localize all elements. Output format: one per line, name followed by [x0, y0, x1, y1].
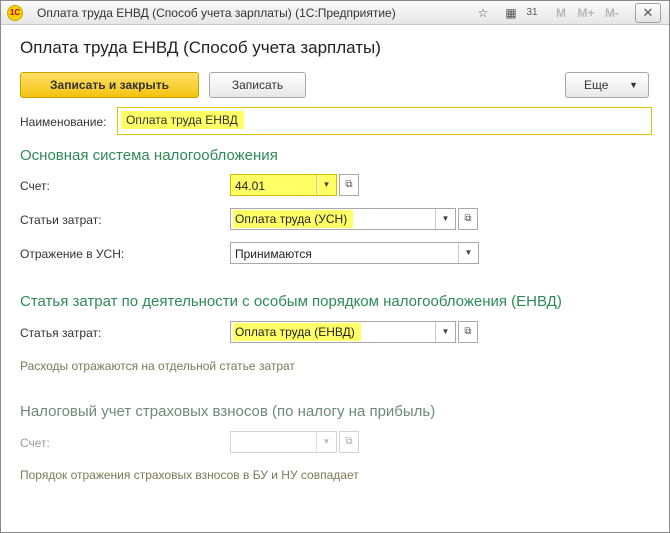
account-field[interactable]: 44.01 ▼ ⧉: [230, 174, 359, 196]
form-window: 1С Оплата труда ЕНВД (Способ учета зарпл…: [0, 0, 670, 533]
envd-cost-item-label: Статья затрат:: [20, 326, 102, 340]
chevron-down-icon: ▼: [629, 80, 638, 90]
favorites-icon[interactable]: ☆: [474, 4, 492, 22]
calendar-icon[interactable]: 31: [523, 4, 541, 22]
insurance-account-field[interactable]: ▼ ⧉: [230, 431, 359, 453]
insurance-account-label: Счет:: [20, 436, 50, 450]
name-value: Оплата труда ЕНВД: [121, 111, 244, 129]
section-envd-heading: Статья затрат по деятельности с особым п…: [20, 293, 562, 310]
account-label: Счет:: [20, 179, 50, 193]
app-logo-icon[interactable]: 1С: [7, 5, 23, 21]
chevron-down-icon[interactable]: ▼: [316, 175, 336, 195]
cost-item-value: Оплата труда (УСН): [233, 210, 354, 228]
more-button[interactable]: Еще ▼: [565, 72, 649, 98]
chevron-down-icon[interactable]: ▼: [435, 322, 455, 342]
title-bar: 1С Оплата труда ЕНВД (Способ учета зарпл…: [1, 1, 669, 25]
save-and-close-button[interactable]: Записать и закрыть: [20, 72, 199, 98]
usn-label: Отражение в УСН:: [20, 247, 125, 261]
memory-minus-icon[interactable]: M-: [600, 4, 624, 22]
usn-select[interactable]: Принимаются ▼: [230, 242, 479, 264]
open-icon[interactable]: ⧉: [458, 321, 478, 343]
close-icon[interactable]: ✕: [635, 3, 661, 23]
chevron-down-icon[interactable]: ▼: [435, 209, 455, 229]
section-main-tax-heading: Основная система налогообложения: [20, 147, 278, 164]
open-icon[interactable]: ⧉: [339, 431, 359, 453]
name-label: Наименование:: [20, 115, 107, 129]
memory-plus-icon[interactable]: M+: [574, 4, 598, 22]
page-title: Оплата труда ЕНВД (Способ учета зарплаты…: [20, 38, 381, 57]
open-icon[interactable]: ⧉: [458, 208, 478, 230]
insurance-note: Порядок отражения страховых взносов в БУ…: [20, 468, 359, 482]
envd-cost-item-field[interactable]: Оплата труда (ЕНВД) ▼ ⧉: [230, 321, 478, 343]
save-button[interactable]: Записать: [209, 72, 306, 98]
envd-cost-item-value: Оплата труда (ЕНВД): [233, 323, 361, 341]
window-title: Оплата труда ЕНВД (Способ учета зарплаты…: [37, 6, 396, 20]
name-input[interactable]: Оплата труда ЕНВД: [117, 107, 652, 135]
open-icon[interactable]: ⧉: [339, 174, 359, 196]
cost-item-label: Статьи затрат:: [20, 213, 102, 227]
more-button-label: Еще: [584, 78, 609, 92]
chevron-down-icon[interactable]: ▼: [316, 432, 336, 452]
memory-m-icon[interactable]: M: [552, 4, 570, 22]
section-insurance-heading: Налоговый учет страховых взносов (по нал…: [20, 403, 436, 420]
chevron-down-icon[interactable]: ▼: [458, 243, 478, 263]
account-value: 44.01: [235, 179, 266, 193]
envd-note: Расходы отражаются на отдельной статье з…: [20, 359, 295, 373]
usn-value: Принимаются: [235, 247, 312, 261]
calculator-icon[interactable]: ▦: [502, 4, 520, 22]
cost-item-field[interactable]: Оплата труда (УСН) ▼ ⧉: [230, 208, 478, 230]
